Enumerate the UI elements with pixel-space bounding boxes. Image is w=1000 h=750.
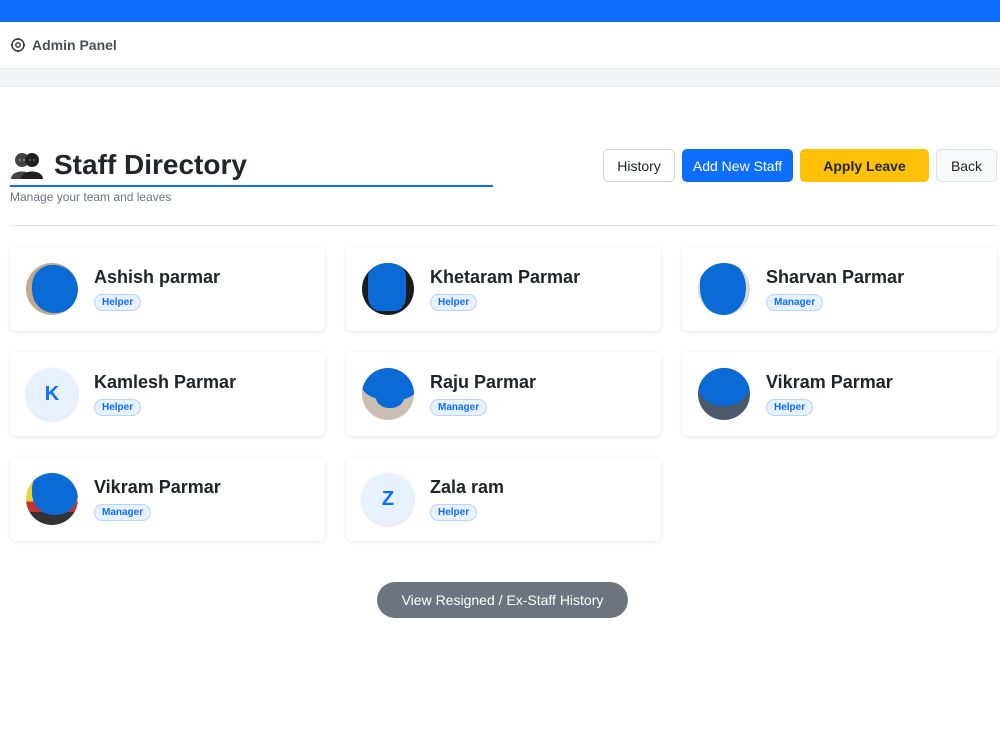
staff-card[interactable]: K Kamlesh Parmar Helper: [10, 352, 325, 436]
navbar: Admin Panel: [0, 22, 1000, 69]
staff-card[interactable]: Raju Parmar Manager: [346, 352, 661, 436]
staff-name: Khetaram Parmar: [430, 267, 581, 287]
staff-name: Vikram Parmar: [94, 477, 221, 497]
staff-avatar-initial: K: [26, 368, 78, 420]
staff-avatar: [362, 368, 414, 420]
staff-card[interactable]: Ashish parmar Helper: [10, 247, 325, 331]
back-button[interactable]: Back: [936, 149, 997, 182]
staff-name: Zala ram: [430, 477, 505, 497]
staff-avatar-initial: Z: [362, 473, 414, 525]
staff-grid: Ashish parmar Helper Khetaram Parmar Hel…: [10, 247, 997, 541]
staff-name: Kamlesh Parmar: [94, 372, 237, 392]
page-subtitle: Manage your team and leaves: [10, 190, 172, 204]
subheader-strip: [0, 69, 1000, 87]
staff-name: Vikram Parmar: [766, 372, 893, 392]
page-title: Staff Directory: [54, 149, 247, 180]
role-badge: Helper: [430, 504, 478, 521]
people-icon: [11, 153, 43, 179]
staff-name: Sharvan Parmar: [766, 267, 905, 287]
staff-avatar: [26, 263, 78, 315]
title-block: Staff Directory Manage your team and lea…: [10, 147, 493, 204]
add-staff-button[interactable]: Add New Staff: [682, 149, 793, 182]
staff-card[interactable]: Vikram Parmar Helper: [682, 352, 997, 436]
staff-card[interactable]: Z Zala ram Helper: [346, 457, 661, 541]
staff-avatar: [698, 263, 750, 315]
role-badge: Helper: [766, 399, 814, 416]
role-badge: Manager: [94, 504, 152, 521]
title-underline: [10, 185, 493, 187]
brand-link[interactable]: Admin Panel: [10, 37, 117, 53]
staff-card[interactable]: Sharvan Parmar Manager: [682, 247, 997, 331]
role-badge: Manager: [430, 399, 488, 416]
role-badge: Helper: [94, 399, 142, 416]
header-actions: History Add New Staff Apply Leave Back: [603, 149, 997, 182]
staff-avatar: [26, 473, 78, 525]
top-accent-bar: [0, 0, 1000, 22]
apply-leave-button[interactable]: Apply Leave: [800, 149, 929, 182]
staff-avatar: [698, 368, 750, 420]
staff-name: Raju Parmar: [430, 372, 537, 392]
brand-label: Admin Panel: [32, 37, 117, 53]
role-badge: Manager: [766, 294, 824, 311]
role-badge: Helper: [94, 294, 142, 311]
gear-icon: [11, 38, 25, 52]
staff-card[interactable]: Khetaram Parmar Helper: [346, 247, 661, 331]
view-ex-staff-history-button[interactable]: View Resigned / Ex-Staff History: [377, 582, 628, 618]
staff-name: Ashish parmar: [94, 267, 221, 287]
history-button[interactable]: History: [603, 149, 675, 182]
staff-avatar: [362, 263, 414, 315]
staff-card[interactable]: Vikram Parmar Manager: [10, 457, 325, 541]
divider: [10, 225, 997, 226]
role-badge: Helper: [430, 294, 478, 311]
